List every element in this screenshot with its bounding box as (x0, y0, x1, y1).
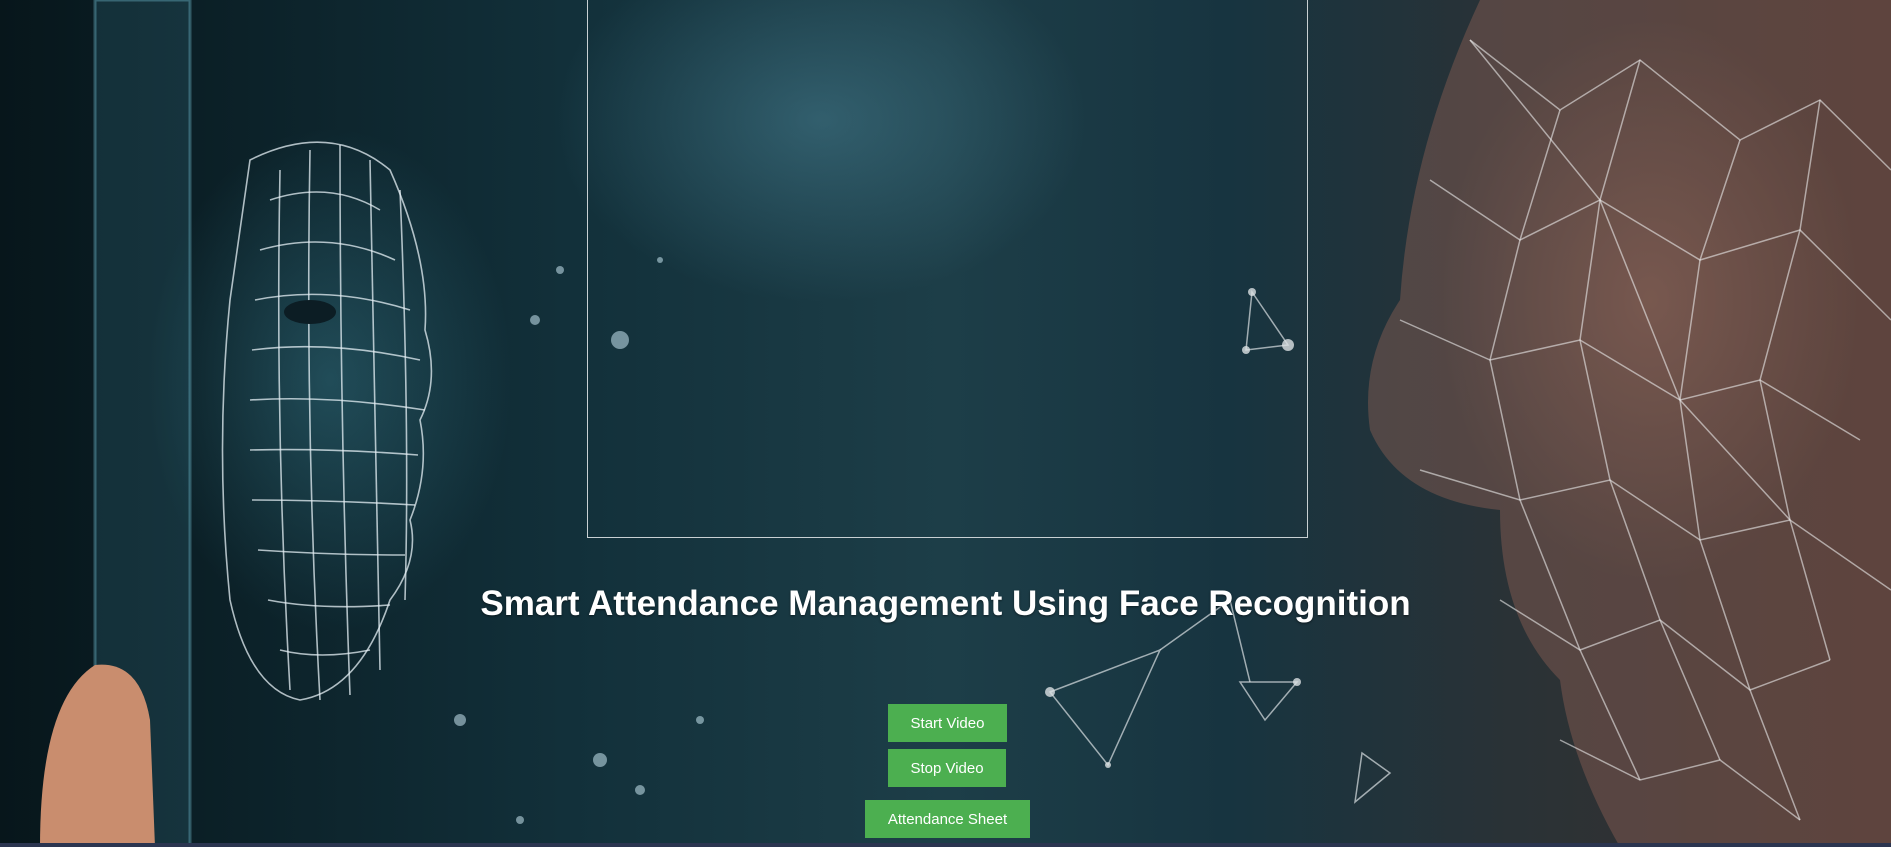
attendance-sheet-button[interactable]: Attendance Sheet (865, 800, 1030, 838)
stop-video-button[interactable]: Stop Video (888, 749, 1006, 787)
bottom-divider (0, 843, 1891, 847)
start-video-button[interactable]: Start Video (888, 704, 1007, 742)
page-title: Smart Attendance Management Using Face R… (480, 584, 1411, 623)
video-feed-area (587, 0, 1308, 538)
